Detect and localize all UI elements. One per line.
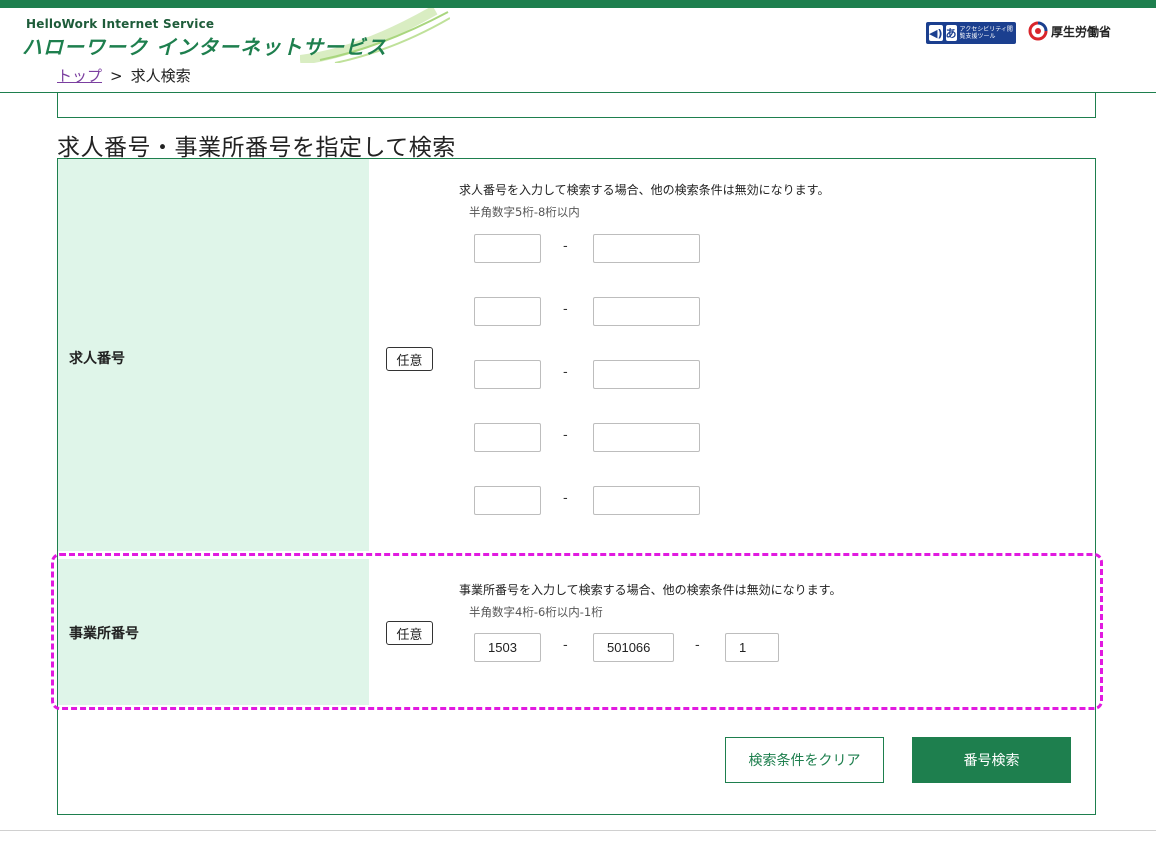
dash-separator: - [695,638,700,653]
office-number-label-cell: 事業所番号 [58,559,369,705]
job-number-1-part2-input[interactable] [593,234,700,263]
ministry-mark-icon [1028,21,1048,41]
number-search-form: 求人番号 任意 求人番号を入力して検索する場合、他の検索条件は無効になります。 … [57,158,1096,815]
speaker-icon: ◀) [929,25,943,41]
job-number-hint: 半角数字5桁-8桁以内 [469,205,580,219]
job-number-2-part2-input[interactable] [593,297,700,326]
accessibility-tool-label: アクセシビリティ閲覧支援ツール [959,26,1013,40]
office-number-note: 事業所番号を入力して検索する場合、他の検索条件は無効になります。 [459,583,842,597]
job-number-4-part1-input[interactable] [474,423,541,452]
number-search-button[interactable]: 番号検索 [912,737,1071,783]
previous-section-box [57,93,1096,118]
job-number-label: 求人番号 [69,351,125,367]
office-number-part2-input[interactable] [593,633,674,662]
office-number-label: 事業所番号 [69,626,139,642]
job-number-2-part1-input[interactable] [474,297,541,326]
logo-english: HelloWork Internet Service [26,17,215,31]
breadcrumb-separator: > [110,66,123,85]
accessibility-tool-button[interactable]: ◀) あ アクセシビリティ閲覧支援ツール [926,22,1016,44]
job-number-note: 求人番号を入力して検索する場合、他の検索条件は無効になります。 [459,183,830,197]
job-number-5-part2-input[interactable] [593,486,700,515]
office-number-row: 事業所番号 任意 事業所番号を入力して検索する場合、他の検索条件は無効になります… [58,559,1095,705]
job-number-4-part2-input[interactable] [593,423,700,452]
logo-japanese[interactable]: ハローワーク インターネットサービス [22,31,387,60]
top-stripe [0,0,1156,8]
office-number-part3-input[interactable] [725,633,779,662]
dash-separator: - [563,428,568,443]
dash-separator: - [563,491,568,506]
job-number-3-part2-input[interactable] [593,360,700,389]
dash-separator: - [563,239,568,254]
hiragana-a-icon: あ [945,25,957,41]
site-header: HelloWork Internet Service ハローワーク インターネッ… [0,8,1156,92]
dash-separator: - [563,302,568,317]
breadcrumb: トップ > 求人検索 [57,65,191,86]
job-number-row: 求人番号 任意 求人番号を入力して検索する場合、他の検索条件は無効になります。 … [58,159,1095,551]
dash-separator: - [563,365,568,380]
optional-badge: 任意 [386,347,433,371]
breadcrumb-current: 求人検索 [130,67,191,85]
job-number-label-cell: 求人番号 [58,159,369,551]
job-number-1-part1-input[interactable] [474,234,541,263]
optional-badge: 任意 [386,621,433,645]
office-number-part1-input[interactable] [474,633,541,662]
ministry-logo-link[interactable]: 厚生労働省 [1027,20,1111,42]
dash-separator: - [563,638,568,653]
ministry-name: 厚生労働省 [1051,24,1112,39]
footer-divider [0,830,1156,831]
clear-conditions-button[interactable]: 検索条件をクリア [725,737,884,783]
section-title: 求人番号・事業所番号を指定して検索 [57,135,456,161]
job-number-5-part1-input[interactable] [474,486,541,515]
job-number-3-part1-input[interactable] [474,360,541,389]
office-number-hint: 半角数字4桁-6桁以内-1桁 [469,605,603,619]
breadcrumb-top-link[interactable]: トップ [57,65,102,86]
